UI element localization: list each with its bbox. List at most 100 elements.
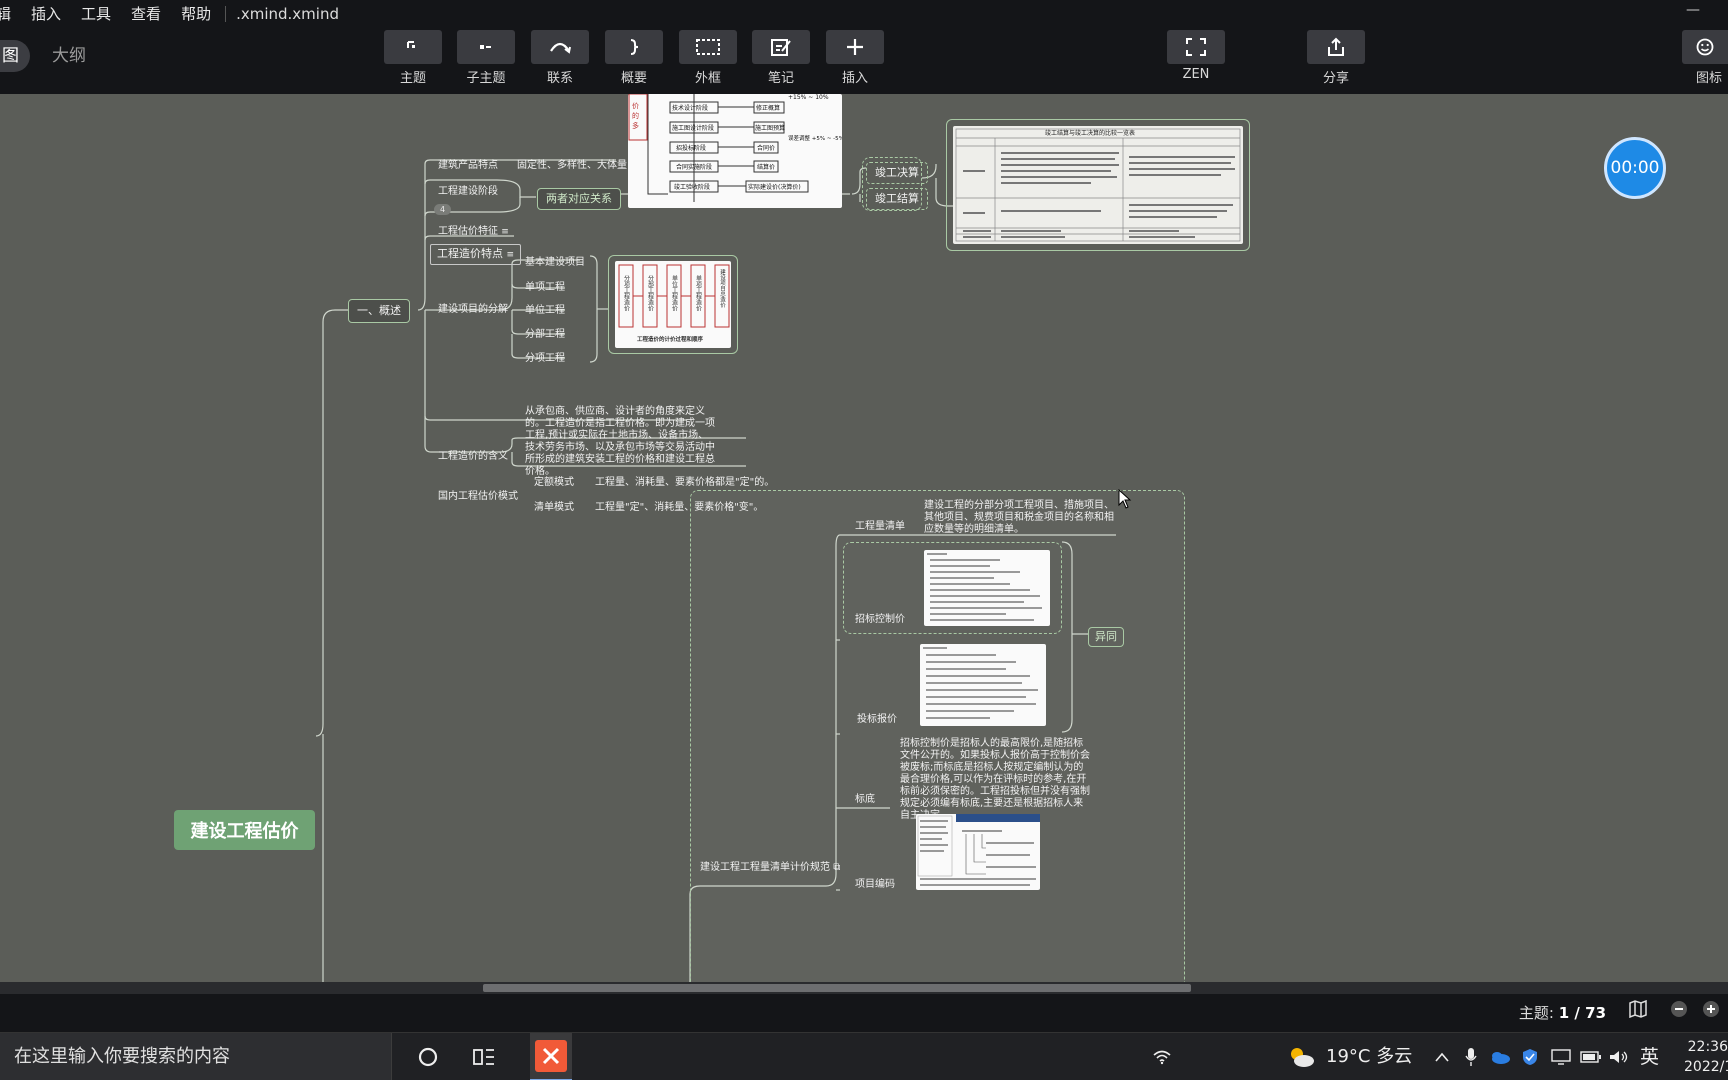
relationship-icon: [550, 42, 571, 54]
node-decomp-unit[interactable]: 单位工程: [525, 305, 565, 317]
node-similarities-differences[interactable]: 异同: [1088, 627, 1124, 647]
menu-edit[interactable]: 辑: [0, 0, 21, 28]
microphone-icon[interactable]: [1462, 1033, 1480, 1080]
node-cost-features[interactable]: 工程造价特点 ≡: [430, 244, 522, 265]
node-bq-text[interactable]: 建设工程的分部分项工程项目、措施项目、其他项目、规费项目和税金项目的名称和相应数…: [924, 500, 1116, 536]
taskbar-search-input[interactable]: 在这里输入你要搜索的内容: [0, 1033, 392, 1080]
onedrive-cloud-icon[interactable]: [1488, 1033, 1512, 1080]
icon-panel-label: 图标: [1696, 71, 1723, 86]
node-bid-price[interactable]: 投标报价: [857, 714, 897, 726]
node-control-price[interactable]: 招标控制价: [855, 614, 905, 626]
taskbar-clock[interactable]: 22:36 2022/10: [1684, 1037, 1728, 1077]
node-decomp-single[interactable]: 单项工程: [525, 282, 565, 294]
toolbar: 图 大纲 主题 子主题 联系 概要 外框 笔记 插入 ZEN 分享 图标: [0, 28, 1728, 94]
node-final-settlement[interactable]: 竣工结算: [866, 188, 928, 210]
task-view-icon[interactable]: [464, 1033, 504, 1080]
node-decomp-basic[interactable]: 基本建设项目: [525, 257, 585, 269]
share-button-label: 分享: [1322, 71, 1349, 86]
volume-icon[interactable]: [1608, 1033, 1630, 1080]
node-quota-mode-value[interactable]: 工程量、消耗量、要素价格都是"定"的。: [595, 477, 774, 489]
menu-view[interactable]: 查看: [121, 0, 171, 28]
node-overview[interactable]: 一、概述: [348, 299, 410, 323]
wifi-icon[interactable]: [1150, 1033, 1174, 1080]
tray-expand-chevron-icon[interactable]: [1432, 1033, 1452, 1080]
node-quota-mode[interactable]: 定额模式: [534, 477, 574, 489]
menu-insert[interactable]: 插入: [21, 0, 71, 28]
stage-row-4: 合同实施阶段: [676, 163, 712, 171]
file-name: .xmind.xmind: [236, 5, 339, 23]
menu-tools[interactable]: 工具: [71, 0, 121, 28]
control-price-image: [924, 550, 1050, 626]
note-lines-icon: ≡: [501, 227, 509, 237]
map-overview-icon[interactable]: [1628, 999, 1648, 1022]
summary-brace-icon: [630, 39, 639, 55]
tab-mindmap[interactable]: 图: [0, 40, 30, 72]
horizontal-scrollbar[interactable]: [0, 982, 1728, 994]
decomp-col-1: 分项工程造价: [623, 274, 630, 311]
fullscreen-icon: [1186, 38, 1206, 56]
collapsed-count-badge[interactable]: 4: [434, 204, 452, 215]
note-button-label: 笔记: [767, 71, 794, 86]
mindmap-canvas[interactable]: 价 的 多 技术设计阶段 施工图设计阶段 招投标阶段 合同实施阶段 竣工验收阶段…: [0, 94, 1728, 986]
node-decomp-item[interactable]: 分项工程: [525, 353, 565, 365]
node-product-features[interactable]: 建筑产品特点: [438, 160, 498, 172]
boundary-button[interactable]: 外框: [679, 30, 737, 86]
note-lines-icon: ≡: [506, 250, 515, 260]
node-cost-meaning[interactable]: 工程造价的含义: [438, 451, 508, 463]
node-project-decomposition[interactable]: 建设项目的分解: [438, 304, 508, 316]
minimize-button[interactable]: —: [1686, 2, 1700, 18]
timer-widget[interactable]: 00:00: [1604, 137, 1666, 199]
node-benchmark[interactable]: 标底: [855, 794, 875, 806]
tab-outline[interactable]: 大纲: [52, 40, 86, 72]
battery-icon[interactable]: [1580, 1033, 1602, 1080]
stage-row-5: 竣工验收阶段: [674, 183, 710, 191]
root-topic[interactable]: 建设工程估价: [174, 810, 315, 850]
cortana-icon[interactable]: [408, 1033, 448, 1080]
node-relation[interactable]: 两者对应关系: [537, 188, 621, 210]
menu-help[interactable]: 帮助: [171, 0, 221, 28]
relationship-button[interactable]: 联系: [531, 30, 589, 86]
scrollbar-thumb[interactable]: [483, 984, 1191, 992]
icon-panel-button[interactable]: 图标: [1682, 30, 1728, 86]
share-icon: [1328, 37, 1344, 56]
node-domestic-modes[interactable]: 国内工程估价模式: [438, 491, 518, 503]
share-button[interactable]: 分享: [1307, 30, 1365, 86]
plus-icon: [847, 39, 863, 55]
zoom-out-button[interactable]: [1670, 1000, 1688, 1022]
node-bill-of-quantities[interactable]: 工程量清单: [855, 521, 905, 533]
topic-button[interactable]: 主题: [384, 30, 442, 86]
svg-text:的: 的: [632, 111, 639, 120]
table-title: 竣工结算与竣工决算的比较一览表: [1045, 129, 1135, 137]
node-pricing-spec[interactable]: 建设工程工程量清单计价规范 ⧉: [700, 862, 840, 874]
node-estimate-features[interactable]: 工程估价特征 ≡: [438, 226, 509, 238]
stages-diagram-image[interactable]: 价 的 多 技术设计阶段 施工图设计阶段 招投标阶段 合同实施阶段 竣工验收阶段…: [628, 94, 844, 208]
settlement-table-drawing: 竣工结算与竣工决算的比较一览表: [955, 128, 1241, 242]
stage-row-1: 技术设计阶段: [672, 104, 708, 112]
zoom-in-button[interactable]: [1702, 1000, 1720, 1022]
node-construction-stages[interactable]: 工程建设阶段: [438, 186, 498, 198]
node-product-features-value[interactable]: 固定性、多样性、大体量: [517, 160, 627, 172]
display-icon[interactable]: [1550, 1033, 1572, 1080]
menu-bar: 辑 插入 工具 查看 帮助 .xmind.xmind —: [0, 0, 1728, 28]
ime-indicator[interactable]: 英: [1640, 1033, 1659, 1080]
note-button[interactable]: 笔记: [752, 30, 810, 86]
summary-button[interactable]: 概要: [605, 30, 663, 86]
zen-button[interactable]: ZEN: [1167, 30, 1225, 82]
xmind-logo-icon: [542, 1047, 560, 1065]
status-bar: 主题: 1 / 73: [0, 982, 1728, 1032]
weather-text[interactable]: 19°C 多云: [1326, 1033, 1412, 1080]
node-list-mode[interactable]: 清单模式: [534, 502, 574, 514]
node-final-account[interactable]: 竣工决算: [866, 162, 928, 184]
security-shield-icon[interactable]: [1520, 1033, 1540, 1080]
node-benchmark-text[interactable]: 招标控制价是招标人的最高限价,是随招标文件公开的。如果投标人报价高于控制价会被废…: [900, 738, 1090, 822]
stage-right-5: 实际建设价(决算价): [748, 183, 801, 191]
subtopic-button[interactable]: 子主题: [457, 30, 515, 86]
node-item-code[interactable]: 项目编码: [855, 879, 895, 891]
node-decomp-division[interactable]: 分部工程: [525, 329, 565, 341]
bid-price-drawing: [923, 647, 1038, 719]
xmind-taskbar-icon[interactable]: [530, 1033, 572, 1080]
insert-button[interactable]: 插入: [826, 30, 884, 86]
node-meaning-text[interactable]: 从承包商、供应商、设计者的角度来定义的。工程造价是指工程价格。即为建成一项工程,…: [525, 406, 715, 478]
topic-count: 主题: 1 / 73: [1518, 1004, 1606, 1022]
link-icon: ⧉: [833, 862, 841, 873]
